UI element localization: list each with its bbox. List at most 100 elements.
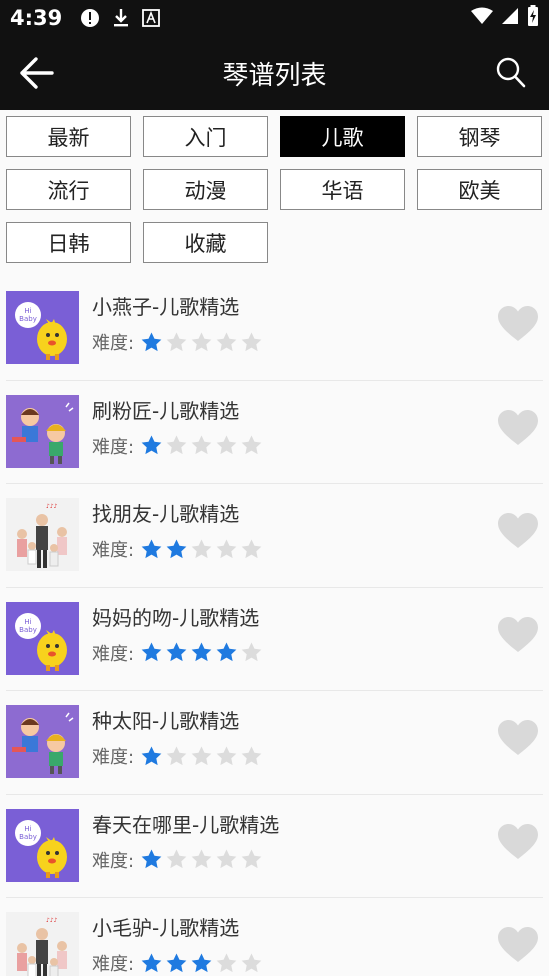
star-rating: [140, 745, 263, 768]
favorite-heart-icon[interactable]: [497, 409, 539, 447]
favorite-heart-icon[interactable]: [497, 926, 539, 964]
text-icon: [142, 9, 161, 27]
star-filled-icon: [141, 435, 162, 455]
star-empty-icon: [216, 952, 237, 972]
difficulty-rating: 难度:: [92, 329, 263, 355]
star-empty-icon: [216, 331, 237, 351]
download-icon: [112, 8, 130, 28]
svg-text:♪♪♪: ♪♪♪: [46, 503, 58, 510]
song-thumbnail: Hi Baby: [6, 291, 79, 364]
star-filled-icon: [191, 952, 212, 972]
filter-chip[interactable]: 流行: [6, 169, 131, 210]
wifi-icon: [471, 6, 493, 30]
favorite-heart-icon[interactable]: [497, 719, 539, 757]
star-filled-icon: [141, 642, 162, 662]
favorite-heart-icon[interactable]: [497, 305, 539, 343]
song-row[interactable]: Hi Baby 妈妈的吻-儿歌精选 难度:: [6, 588, 543, 691]
battery-icon: [527, 4, 539, 32]
star-filled-icon: [166, 538, 187, 558]
song-row[interactable]: 刷粉匠-儿歌精选 难度:: [6, 381, 543, 484]
difficulty-label: 难度:: [92, 436, 135, 458]
svg-text:Hi: Hi: [24, 825, 31, 833]
song-row[interactable]: ♪♪♪ 找朋友-儿歌精选 难度:: [6, 484, 543, 588]
filter-chip[interactable]: 儿歌: [280, 116, 405, 157]
song-row[interactable]: ♪♪♪ 小毛驴-儿歌精选 难度:: [6, 898, 543, 976]
star-filled-icon: [141, 849, 162, 869]
song-row[interactable]: Hi Baby 春天在哪里-儿歌精选 难度:: [6, 795, 543, 898]
difficulty-rating: 难度:: [92, 640, 263, 666]
filter-chip[interactable]: 最新: [6, 116, 131, 157]
svg-text:Baby: Baby: [19, 626, 37, 634]
song-title: 妈妈的吻-儿歌精选: [92, 605, 260, 630]
filter-chip[interactable]: 动漫: [143, 169, 268, 210]
back-arrow-icon[interactable]: [18, 54, 56, 92]
star-empty-icon: [166, 331, 187, 351]
difficulty-rating: 难度:: [92, 950, 263, 976]
difficulty-rating: 难度:: [92, 433, 263, 459]
svg-text:Baby: Baby: [19, 315, 37, 323]
star-rating: [140, 848, 263, 871]
signal-icon: [501, 6, 519, 30]
star-empty-icon: [241, 849, 262, 869]
difficulty-label: 难度:: [92, 643, 135, 665]
filter-chip[interactable]: 收藏: [143, 222, 268, 263]
difficulty-rating: 难度:: [92, 536, 263, 562]
star-rating: [140, 641, 263, 664]
star-empty-icon: [216, 435, 237, 455]
svg-text:Hi: Hi: [24, 307, 31, 315]
song-thumbnail: Hi Baby: [6, 601, 79, 675]
difficulty-label: 难度:: [92, 540, 135, 561]
difficulty-label: 难度:: [92, 954, 135, 975]
song-title: 刷粉匠-儿歌精选: [92, 398, 240, 423]
star-empty-icon: [216, 745, 237, 765]
filter-chip[interactable]: 入门: [143, 116, 268, 157]
star-rating: [140, 434, 263, 457]
star-filled-icon: [216, 642, 237, 662]
song-thumbnail: ♪♪♪: [6, 498, 79, 571]
difficulty-label: 难度:: [92, 747, 135, 768]
star-filled-icon: [191, 642, 212, 662]
svg-text:♪♪♪: ♪♪♪: [46, 917, 58, 924]
star-empty-icon: [191, 331, 212, 351]
star-empty-icon: [191, 538, 212, 558]
filter-chip[interactable]: 华语: [280, 169, 405, 210]
category-filter-grid: 最新 入门 儿歌 钢琴流行 动漫 华语 欧美日韩 收藏: [0, 110, 549, 263]
star-filled-icon: [141, 952, 162, 972]
star-rating: [140, 331, 263, 354]
star-empty-icon: [216, 849, 237, 869]
song-row[interactable]: 种太阳-儿歌精选 难度:: [6, 691, 543, 795]
star-empty-icon: [191, 745, 212, 765]
search-icon[interactable]: [495, 56, 527, 90]
star-empty-icon: [191, 435, 212, 455]
star-empty-icon: [166, 745, 187, 765]
difficulty-rating: 难度:: [92, 847, 263, 873]
star-empty-icon: [241, 642, 262, 662]
page-title: 琴谱列表: [222, 60, 327, 91]
alert-icon: [80, 8, 100, 28]
song-row[interactable]: Hi Baby 小燕子-儿歌精选 难度:: [6, 277, 543, 381]
star-filled-icon: [141, 538, 162, 558]
star-empty-icon: [241, 331, 262, 351]
star-rating: [140, 538, 263, 561]
filter-chip[interactable]: 欧美: [417, 169, 542, 210]
star-filled-icon: [141, 745, 162, 765]
song-thumbnail: [6, 394, 79, 468]
song-list: Hi Baby 小燕子-儿歌精选 难度: 刷粉匠-儿歌精选 难度: ♪♪♪ 找朋友-儿歌精选难…: [0, 277, 549, 976]
star-empty-icon: [216, 538, 237, 558]
song-thumbnail: Hi Baby: [6, 808, 79, 882]
star-empty-icon: [191, 849, 212, 869]
filter-chip[interactable]: 日韩: [6, 222, 131, 263]
status-time: 4:39: [10, 6, 63, 30]
filter-chip[interactable]: 钢琴: [417, 116, 542, 157]
favorite-heart-icon[interactable]: [497, 616, 539, 654]
favorite-heart-icon[interactable]: [497, 512, 539, 550]
star-filled-icon: [166, 642, 187, 662]
star-empty-icon: [166, 435, 187, 455]
app-bar: 琴谱列表: [0, 36, 549, 110]
song-title: 春天在哪里-儿歌精选: [92, 812, 280, 837]
star-filled-icon: [141, 331, 162, 351]
song-title: 小燕子-儿歌精选: [92, 295, 240, 319]
svg-text:Baby: Baby: [19, 833, 37, 841]
favorite-heart-icon[interactable]: [497, 823, 539, 861]
song-title: 小毛驴-儿歌精选: [92, 916, 240, 940]
